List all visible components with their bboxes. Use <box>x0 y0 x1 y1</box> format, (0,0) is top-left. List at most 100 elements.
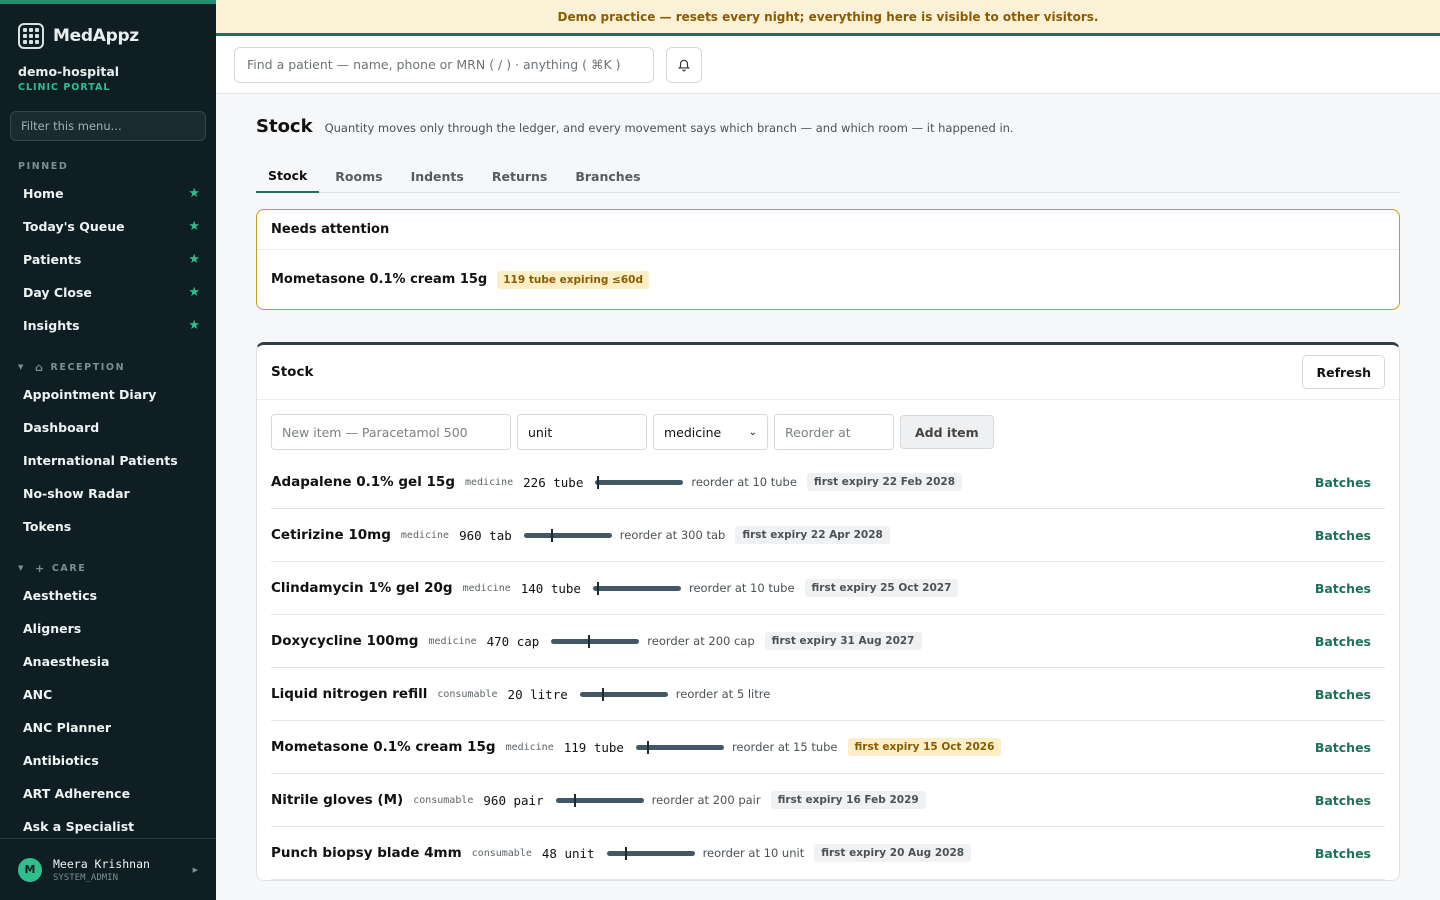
batches-link[interactable]: Batches <box>1315 475 1371 490</box>
notifications-button[interactable] <box>666 46 702 83</box>
reorder-at-input[interactable]: Reorder at <box>774 414 894 450</box>
stock-level-bar <box>635 740 724 754</box>
section-care[interactable]: ▼ + CARE <box>0 561 216 575</box>
needs-attention-card: Needs attention Mometasone 0.1% cream 15… <box>256 209 1400 310</box>
sidebar-item-label: Antibiotics <box>23 753 99 768</box>
sidebar-item-label: Insights <box>23 318 80 333</box>
sidebar-item-label: ANC <box>23 687 53 702</box>
sidebar-item-anc[interactable]: ANC <box>0 678 216 711</box>
item-quantity: 226 tube <box>523 474 584 490</box>
reorder-level: reorder at 15 tube <box>731 740 838 754</box>
chevron-down-icon: ⌄ <box>748 426 757 438</box>
unit-input[interactable]: unit <box>517 414 647 450</box>
patient-search-input[interactable]: Find a patient — name, phone or MRN ( / … <box>234 46 654 83</box>
sidebar-item-tokens[interactable]: Tokens <box>0 510 216 543</box>
reorder-level: reorder at 200 pair <box>651 793 761 807</box>
sidebar-item-label: International Patients <box>23 453 178 468</box>
reorder-level: reorder at 5 litre <box>675 687 771 701</box>
reorder-marker <box>646 740 649 754</box>
new-item-name-input[interactable]: New item — Paracetamol 500 <box>271 414 511 450</box>
tab-indents[interactable]: Indents <box>399 159 476 193</box>
batches-link[interactable]: Batches <box>1315 528 1371 543</box>
category-select[interactable]: medicine ⌄ <box>653 414 768 450</box>
sidebar: MedAppz demo-hospital CLINIC PORTAL Filt… <box>0 0 216 900</box>
stock-level-bar <box>551 634 640 648</box>
sidebar-item-label: Dashboard <box>23 420 100 435</box>
sidebar-item-aesthetics[interactable]: Aesthetics <box>0 579 216 612</box>
item-category: consumable <box>471 847 532 859</box>
stock-level-bar <box>555 793 644 807</box>
chevron-down-icon: ▼ <box>18 564 25 572</box>
sidebar-item-today-s-queue[interactable]: Today's Queue ★ <box>0 210 216 243</box>
sidebar-item-dashboard[interactable]: Dashboard <box>0 411 216 444</box>
tab-stock[interactable]: Stock <box>256 159 320 193</box>
sidebar-item-patients[interactable]: Patients ★ <box>0 243 216 276</box>
sidebar-item-anc-planner[interactable]: ANC Planner <box>0 711 216 744</box>
stock-level-bar <box>595 475 684 489</box>
sidebar-item-antibiotics[interactable]: Antibiotics <box>0 744 216 777</box>
needs-attention-title: Needs attention <box>257 210 1399 250</box>
batches-link[interactable]: Batches <box>1315 793 1371 808</box>
add-item-button[interactable]: Add item <box>900 415 994 449</box>
user-info: Meera Krishnan SYSTEM_ADMIN <box>53 857 150 883</box>
batches-link[interactable]: Batches <box>1315 740 1371 755</box>
batches-link[interactable]: Batches <box>1315 687 1371 702</box>
first-expiry-badge: first expiry 22 Apr 2028 <box>735 526 890 544</box>
table-row: Doxycycline 100mg medicine 470 cap reorder … <box>271 615 1385 668</box>
sidebar-item-no-show-radar[interactable]: No-show Radar <box>0 477 216 510</box>
batches-link[interactable]: Batches <box>1315 846 1371 861</box>
star-icon[interactable]: ★ <box>188 186 200 201</box>
page-title: Stock <box>256 116 313 137</box>
reorder-marker <box>550 528 553 542</box>
brand-logo-icon <box>18 23 44 49</box>
add-item-form: New item — Paracetamol 500 unit medicine… <box>257 400 1399 450</box>
sidebar-item-art-adherence[interactable]: ART Adherence <box>0 777 216 810</box>
reorder-level: reorder at 300 tab <box>619 528 726 542</box>
sidebar-item-home[interactable]: Home ★ <box>0 177 216 210</box>
page-header: Stock Quantity moves only through the le… <box>256 116 1400 137</box>
table-row: Cetirizine 10mg medicine 960 tab reorder at… <box>271 509 1385 562</box>
sidebar-item-aligners[interactable]: Aligners <box>0 612 216 645</box>
star-icon[interactable]: ★ <box>188 219 200 234</box>
sidebar-item-label: Day Close <box>23 285 92 300</box>
chevron-icon: ▶ <box>192 865 198 874</box>
menu-filter-input[interactable]: Filter this menu... <box>10 111 206 141</box>
tabs: Stock Rooms Indents Returns Branches <box>256 159 1400 193</box>
tab-rooms[interactable]: Rooms <box>323 159 394 193</box>
bell-icon <box>677 59 691 71</box>
attention-item[interactable]: Mometasone 0.1% cream 15g 119 tube expiri… <box>257 250 1399 309</box>
user-menu[interactable]: M Meera Krishnan SYSTEM_ADMIN ▶ <box>0 838 216 900</box>
sidebar-item-anaesthesia[interactable]: Anaesthesia <box>0 645 216 678</box>
refresh-button[interactable]: Refresh <box>1302 355 1385 389</box>
sidebar-item-appointment-diary[interactable]: Appointment Diary <box>0 378 216 411</box>
tab-branches[interactable]: Branches <box>563 159 652 193</box>
star-icon[interactable]: ★ <box>188 285 200 300</box>
item-category: medicine <box>464 476 514 488</box>
org-subtitle: CLINIC PORTAL <box>18 82 111 93</box>
sidebar-item-label: Patients <box>23 252 82 267</box>
batches-link[interactable]: Batches <box>1315 581 1371 596</box>
sidebar-item-day-close[interactable]: Day Close ★ <box>0 276 216 309</box>
item-quantity: 960 pair <box>483 792 544 808</box>
star-icon[interactable]: ★ <box>188 252 200 267</box>
chevron-down-icon: ▼ <box>18 363 25 371</box>
first-expiry-badge: first expiry 22 Feb 2028 <box>806 473 963 491</box>
star-icon[interactable]: ★ <box>188 318 200 333</box>
content: Stock Quantity moves only through the le… <box>216 116 1440 881</box>
sidebar-item-international-patients[interactable]: International Patients <box>0 444 216 477</box>
batches-link[interactable]: Batches <box>1315 634 1371 649</box>
item-quantity: 470 cap <box>486 633 540 649</box>
item-name: Punch biopsy blade 4mm <box>271 845 462 861</box>
section-reception[interactable]: ▼ ⌂ RECEPTION <box>0 360 216 374</box>
sidebar-item-label: Anaesthesia <box>23 654 110 669</box>
reorder-marker <box>573 793 576 807</box>
sidebar-item-insights[interactable]: Insights ★ <box>0 309 216 342</box>
first-expiry-badge: first expiry 16 Feb 2029 <box>770 791 926 809</box>
sidebar-item-label: Tokens <box>23 519 72 534</box>
first-expiry-badge: first expiry 31 Aug 2027 <box>764 632 922 650</box>
sidebar-item-label: No-show Radar <box>23 486 130 501</box>
item-name: Nitrile gloves (M) <box>271 792 404 808</box>
brand[interactable]: MedAppz <box>0 4 216 54</box>
item-name: Adapalene 0.1% gel 15g <box>271 474 455 490</box>
tab-returns[interactable]: Returns <box>480 159 559 193</box>
